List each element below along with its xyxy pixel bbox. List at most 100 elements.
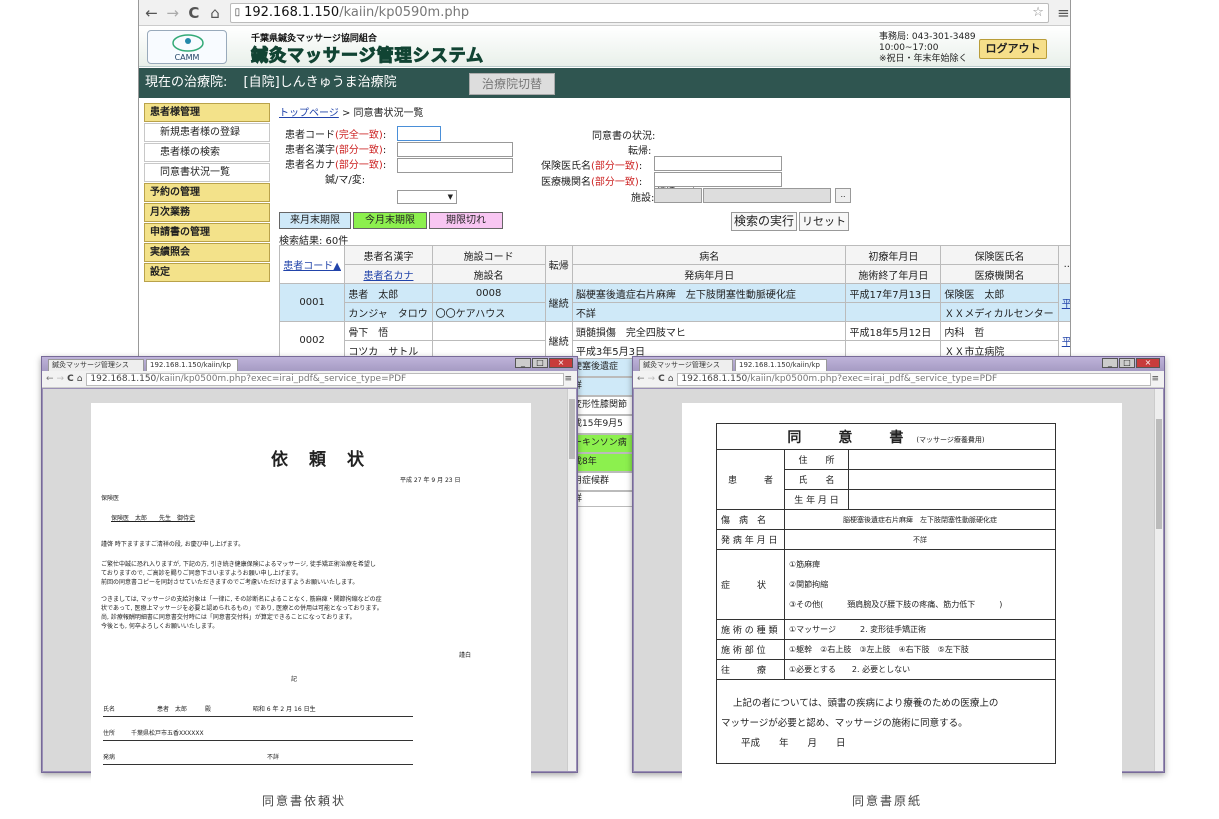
sort-kana-link[interactable]: 患者名カナ — [363, 271, 413, 282]
address-bar[interactable]: ▯ 192.168.1.150/kaiin/kp0590m.php ☆ — [229, 2, 1049, 23]
text-line: つきましては, マッサージの支給対象は「一律に, その診断名によることなく, 筋… — [101, 596, 382, 603]
sidebar-section[interactable]: 月次業務 — [144, 203, 270, 222]
sidebar-section[interactable]: 申請書の管理 — [144, 223, 270, 242]
close-icon[interactable]: × — [1136, 358, 1160, 368]
back-icon[interactable]: ← — [637, 374, 645, 384]
text-line: ご繁忙中誠に恐れ入りますが, 下記の方, 引き続き健康保険によるマッサージ, 徒… — [101, 561, 376, 568]
form-row: 施 術 の 種 類 ①マッサージ 2. 変形徒手矯正術 — [716, 619, 1056, 640]
minimize-icon[interactable]: _ — [515, 358, 531, 368]
switch-clinic-button[interactable]: 治療院切替 — [469, 73, 555, 95]
reload-icon[interactable]: C — [67, 374, 74, 384]
name-value: 患者 太郎 殿 — [156, 706, 211, 713]
home-icon[interactable]: ⌂ — [206, 4, 223, 22]
symptom-value: ①筋麻痺 ②関節拘縮 ③その他( 頚肩腕及び腰下肢の疼痛、筋力低下 ) — [784, 549, 1056, 620]
form-row: 症 状 ①筋麻痺 ②関節拘縮 ③その他( 頚肩腕及び腰下肢の疼痛、筋力低下 ) — [716, 549, 1056, 620]
sidebar-section[interactable]: 患者様管理 — [144, 103, 270, 122]
sep: : — [382, 130, 387, 141]
close-icon[interactable]: × — [549, 358, 573, 368]
kind-value: ①マッサージ 2. 変形徒手矯正術 — [784, 619, 1056, 640]
pdf-page: 同 意 書 (マッサージ療養費用) 患 者住 所 氏 名 生 年 月 日 傷 病 … — [682, 403, 1122, 803]
logo-icon — [172, 34, 204, 52]
address-bar[interactable]: ← → C ⌂ 192.168.1.150/kaiin/kp0500m.php?… — [42, 371, 577, 388]
text-line: 状であって, 医療上マッサージを必要と認められるもの」であり, 医療との併用は可… — [101, 605, 383, 612]
table-row[interactable]: 0002 骨下 悟 継続 頭髄損傷 完全四肢マヒ 平成18年5月12日 内科 哲… — [278, 321, 1070, 358]
table-row[interactable]: カンジャ タロウ 〇〇ケアハウス 不詳 ＸＸメディカルセンター — [280, 302, 1071, 322]
back-icon[interactable]: ← — [143, 4, 160, 22]
menu-icon[interactable]: ≡ — [564, 374, 572, 384]
peek-cell: 梗塞後遺症 — [570, 358, 634, 377]
sidebar-item[interactable]: 同意書状況一覧 — [144, 163, 270, 182]
institution-name-input[interactable] — [654, 172, 782, 187]
reload-icon[interactable]: C — [658, 374, 665, 384]
cell-kanji: 骨下 悟 — [344, 321, 433, 341]
tab-app[interactable]: 鍼灸マッサージ管理シス — [48, 359, 144, 371]
kanji-match: (部分一致) — [335, 145, 383, 156]
sidebar-item[interactable]: 患者様の検索 — [144, 143, 270, 162]
menu-icon[interactable]: ≡ — [1055, 4, 1070, 22]
sidebar-item[interactable]: 新規患者様の登録 — [144, 123, 270, 142]
patient-kanji-input[interactable] — [397, 142, 513, 157]
facility-lookup-button[interactable]: .. — [835, 188, 851, 203]
symptom-3: ③その他( 頚肩腕及び腰下肢の疼痛、筋力低下 ) — [789, 599, 1003, 609]
tab-app[interactable]: 鍼灸マッサージ管理シス — [639, 359, 733, 371]
office-info: 事務局: 043-301-3489 10:00~17:00 ※祝日・年末年始除く — [879, 32, 976, 65]
form-row: 上記の者については、頭書の疾病により療養のための医療上の マッサージが必要と認め… — [716, 679, 1056, 764]
home-icon[interactable]: ⌂ — [77, 374, 83, 384]
statement-line-1: 上記の者については、頭書の疾病により療養のための医療上の — [733, 698, 999, 709]
forward-icon[interactable]: → — [57, 374, 65, 384]
home-icon[interactable]: ⌂ — [668, 374, 674, 384]
star-icon[interactable]: ☆ — [1032, 5, 1044, 20]
url-field[interactable]: 192.168.1.150/kaiin/kp0500m.php?exec=ira… — [86, 372, 565, 386]
minimize-icon[interactable]: _ — [1102, 358, 1118, 368]
doctor-match: (部分一致) — [591, 161, 639, 172]
symptom-1: ①筋麻痺 — [789, 559, 821, 569]
sidebar-section[interactable]: 実績照会 — [144, 243, 270, 262]
reset-button[interactable]: リセット — [799, 212, 849, 231]
forward-icon[interactable]: → — [164, 4, 181, 22]
url-host: 192.168.1.150 — [681, 373, 748, 384]
sidebar-section[interactable]: 設定 — [144, 263, 270, 282]
hmh-select[interactable] — [397, 190, 457, 204]
menu-icon[interactable]: ≡ — [1151, 374, 1159, 384]
patient-kana-input[interactable] — [397, 158, 513, 173]
scroll-thumb[interactable] — [1156, 419, 1162, 529]
disease-label: 発病 — [103, 754, 116, 761]
clinic-label: 現在の治療院: — [145, 75, 228, 90]
maximize-icon[interactable]: □ — [1119, 358, 1135, 368]
onset-label: 発 病 年 月 日 — [716, 529, 785, 550]
maximize-icon[interactable]: □ — [532, 358, 548, 368]
letter-title: 依 頼 状 — [271, 450, 366, 470]
col-fac-name: 施設名 — [431, 264, 546, 284]
back-icon[interactable]: ← — [46, 374, 54, 384]
cell-extra-link[interactable]: 平 — [1057, 321, 1070, 358]
sep: : — [638, 177, 643, 188]
address-bar[interactable]: ← → C ⌂ 192.168.1.150/kaiin/kp0500m.php?… — [633, 371, 1164, 388]
facility-code-input[interactable] — [654, 188, 702, 203]
results-table: 患者コード▲ 患者名漢字 施設コード 転帰 病名 初療年月日 保険医氏名 ...… — [278, 245, 1071, 358]
url-path: /kaiin/kp0590m.php — [339, 5, 470, 20]
scrollbar[interactable] — [1154, 389, 1163, 771]
cell-extra-link[interactable]: 平 — [1057, 283, 1070, 322]
breadcrumb-top-link[interactable]: トップページ — [279, 108, 339, 119]
forward-icon[interactable]: → — [648, 374, 656, 384]
url-field[interactable]: 192.168.1.150/kaiin/kp0500m.php?exec=ira… — [677, 372, 1152, 386]
legend-this-month: 今月末期限 — [353, 212, 427, 229]
sort-code-link[interactable]: 患者コード▲ — [283, 261, 341, 272]
form-row: 傷 病 名脳梗塞後遺症右片麻痺 左下肢閉塞性動脈硬化症 — [716, 509, 1056, 530]
facility-name-input[interactable] — [703, 188, 831, 203]
letter-to: 保険医 — [101, 495, 120, 502]
scroll-thumb[interactable] — [569, 399, 575, 459]
reload-icon[interactable]: C — [185, 4, 202, 22]
sidebar-section[interactable]: 予約の管理 — [144, 183, 270, 202]
patient-code-input[interactable] — [397, 126, 441, 141]
cell-end — [845, 302, 942, 322]
tab-pdf[interactable]: 192.168.1.150/kaiin/kp — [146, 359, 238, 371]
tab-pdf[interactable]: 192.168.1.150/kaiin/kp — [735, 359, 827, 371]
table-row[interactable]: 0001 患者 太郎 0008 継続 脳梗塞後遺症右片麻痺 左下肢閉塞性動脈硬化… — [278, 283, 1070, 322]
pdf-viewer: 同 意 書 (マッサージ療養費用) 患 者住 所 氏 名 生 年 月 日 傷 病 … — [634, 389, 1163, 803]
scrollbar[interactable] — [567, 389, 576, 771]
form-subtitle: (マッサージ療養費用) — [916, 435, 985, 444]
doctor-name-input[interactable] — [654, 156, 782, 171]
search-button[interactable]: 検索の実行 — [731, 212, 797, 231]
logout-button[interactable]: ログアウト — [979, 39, 1047, 59]
